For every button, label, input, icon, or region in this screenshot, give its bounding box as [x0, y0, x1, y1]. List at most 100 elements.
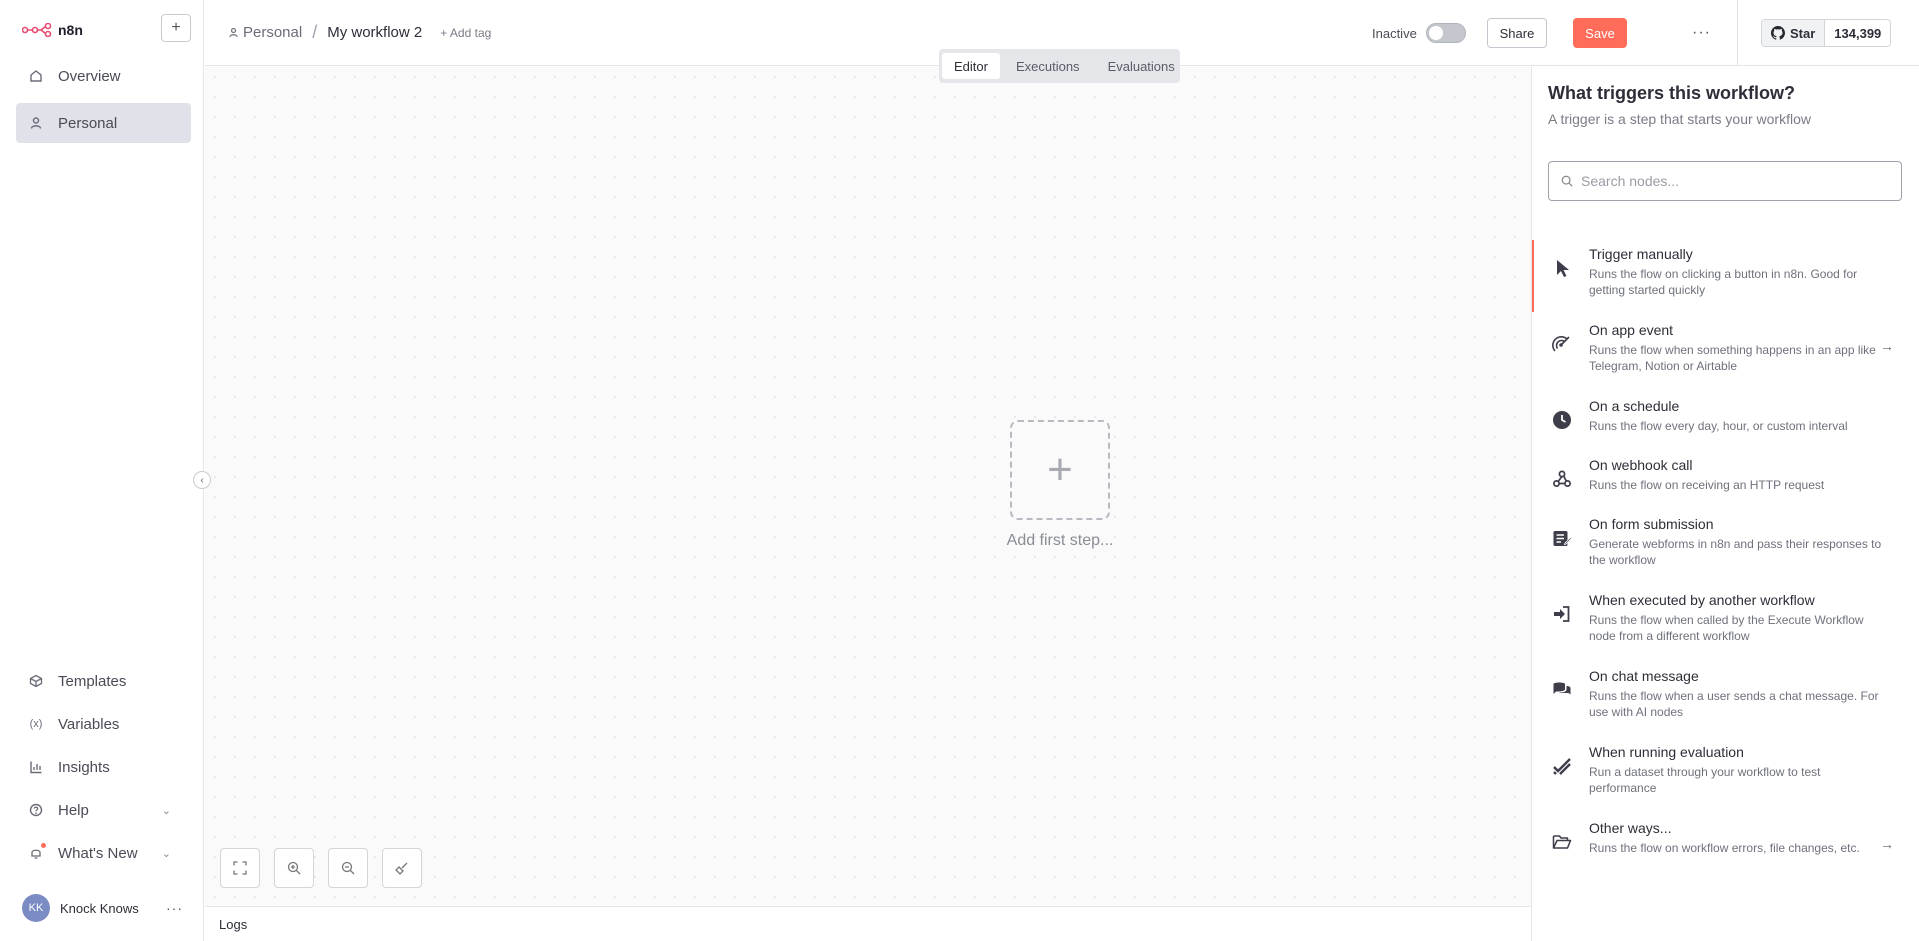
panel-subtitle: A trigger is a step that starts your wor… [1548, 111, 1811, 127]
trigger-item-description: Runs the flow every day, hour, or custom… [1589, 419, 1848, 433]
notification-dot [41, 843, 46, 848]
share-button[interactable]: Share [1487, 18, 1547, 48]
folder-open-icon [1552, 835, 1572, 849]
tab-editor[interactable]: Editor [942, 53, 1000, 79]
trigger-item-description: Runs the flow when called by the Execute… [1589, 613, 1864, 643]
sidebar-item-label: Insights [58, 758, 110, 776]
user-icon [229, 27, 238, 38]
search-nodes-box[interactable] [1548, 161, 1902, 201]
search-nodes-input[interactable] [1581, 173, 1881, 189]
zoom-out-button[interactable] [328, 848, 368, 888]
workflow-status-label: Inactive [1372, 26, 1417, 41]
active-toggle[interactable] [1426, 23, 1466, 43]
zoom-out-icon [341, 861, 355, 875]
logs-panel-toggle[interactable]: Logs [205, 906, 1531, 941]
sidebar-item-insights[interactable]: Insights [16, 747, 191, 787]
trigger-item-running-evaluation[interactable]: When running evaluation Run a dataset th… [1532, 744, 1919, 804]
sidebar-item-help[interactable]: Help ⌄ [16, 790, 191, 830]
trigger-item-title: When executed by another workflow [1589, 592, 1815, 608]
sign-in-icon [1554, 606, 1570, 622]
logo-text: n8n [58, 22, 83, 38]
trigger-item-title: On form submission [1589, 516, 1714, 532]
sidebar-item-label: Overview [58, 67, 121, 85]
trigger-item-description: Runs the flow on clicking a button in n8… [1589, 267, 1858, 297]
chat-icon [1553, 682, 1571, 695]
save-button[interactable]: Save [1573, 18, 1627, 48]
trigger-item-app-event[interactable]: On app event Runs the flow when somethin… [1532, 322, 1919, 382]
trigger-item-webhook[interactable]: On webhook call Runs the flow on receivi… [1532, 457, 1919, 517]
add-tag-button[interactable]: + Add tag [440, 26, 491, 40]
more-options-icon[interactable]: ··· [1692, 24, 1711, 42]
sidebar-item-label: Personal [58, 114, 118, 132]
github-star-label: Star [1790, 25, 1816, 41]
trigger-item-description: Generate webforms in n8n and pass their … [1589, 537, 1882, 567]
box-icon [28, 673, 44, 689]
search-icon [1561, 175, 1573, 187]
breadcrumb-parent[interactable]: Personal [228, 24, 302, 41]
home-icon [28, 68, 44, 84]
tab-evaluations[interactable]: Evaluations [1096, 53, 1187, 79]
zoom-to-fit-button[interactable] [220, 848, 260, 888]
sidebar: n8n + Overview Personal Templates (x) Va… [0, 0, 204, 941]
webhook-icon [1553, 470, 1571, 487]
sidebar-item-variables[interactable]: (x) Variables [16, 704, 191, 744]
trigger-item-description: Runs the flow when a user sends a chat m… [1589, 689, 1879, 719]
trigger-item-title: When running evaluation [1589, 744, 1744, 760]
cursor-icon [1557, 260, 1569, 277]
workflow-name[interactable]: My workflow 2 [327, 24, 422, 41]
user-more-icon[interactable]: ··· [166, 900, 183, 916]
github-star-widget[interactable]: Star 134,399 [1761, 19, 1892, 47]
sidebar-item-overview[interactable]: Overview [16, 56, 191, 96]
breadcrumb: Personal / My workflow 2 + Add tag [228, 22, 491, 43]
user-name: Knock Knows [60, 900, 139, 916]
github-star-count[interactable]: 134,399 [1825, 20, 1891, 46]
check-double-icon [1553, 758, 1571, 775]
trigger-item-schedule[interactable]: On a schedule Runs the flow every day, h… [1532, 398, 1919, 458]
tab-executions[interactable]: Executions [1004, 53, 1092, 79]
collapse-sidebar-button[interactable]: ‹ [193, 471, 211, 489]
add-first-step-button[interactable]: + [1010, 420, 1110, 520]
trigger-item-manual[interactable]: Trigger manually Runs the flow on clicki… [1532, 240, 1919, 312]
sidebar-item-personal[interactable]: Personal [16, 103, 191, 143]
breadcrumb-parent-label: Personal [243, 24, 303, 41]
trigger-panel: What triggers this workflow? A trigger i… [1531, 67, 1919, 941]
trigger-item-form-submission[interactable]: On form submission Generate webforms in … [1532, 516, 1919, 576]
chart-icon [28, 759, 44, 775]
trigger-item-description: Run a dataset through your workflow to t… [1589, 765, 1821, 795]
trigger-item-executed-by-workflow[interactable]: When executed by another workflow Runs t… [1532, 592, 1919, 652]
trigger-item-chat-message[interactable]: On chat message Runs the flow when a use… [1532, 668, 1919, 728]
broom-icon [395, 862, 408, 875]
n8n-logo-icon [22, 23, 52, 37]
zoom-in-icon [287, 861, 301, 875]
toggle-knob [1429, 26, 1443, 40]
sidebar-item-whats-new[interactable]: What's New ⌄ [16, 833, 191, 873]
add-first-step-label: Add first step... [1006, 532, 1114, 549]
github-star-button[interactable]: Star [1762, 20, 1826, 46]
trigger-item-title: Other ways... [1589, 820, 1672, 836]
help-icon [28, 802, 44, 818]
header-divider [1737, 0, 1738, 66]
trigger-item-other-ways[interactable]: Other ways... Runs the flow on workflow … [1532, 820, 1919, 880]
chevron-down-icon: ⌄ [161, 804, 171, 817]
user-menu[interactable]: KK Knock Knows ··· [0, 888, 204, 928]
arrow-right-icon: → [1880, 338, 1894, 354]
breadcrumb-separator: / [312, 22, 318, 42]
github-icon [1771, 26, 1785, 40]
fit-view-icon [233, 861, 247, 875]
tidy-up-button[interactable] [382, 848, 422, 888]
trigger-item-title: On chat message [1589, 668, 1699, 684]
trigger-item-title: Trigger manually [1589, 246, 1693, 262]
app-logo[interactable]: n8n [22, 18, 83, 42]
panel-title: What triggers this workflow? [1548, 83, 1796, 103]
trigger-item-description: Runs the flow on workflow errors, file c… [1589, 841, 1860, 855]
logs-label: Logs [219, 916, 248, 932]
zoom-in-button[interactable] [274, 848, 314, 888]
trigger-item-description: Runs the flow on receiving an HTTP reque… [1589, 478, 1825, 492]
create-new-button[interactable]: + [161, 14, 191, 42]
sidebar-item-label: Variables [58, 715, 120, 733]
sidebar-item-label: What's New [58, 844, 138, 862]
trigger-item-title: On app event [1589, 322, 1674, 338]
sidebar-item-templates[interactable]: Templates [16, 661, 191, 701]
trigger-item-title: On a schedule [1589, 398, 1680, 414]
workflow-canvas[interactable] [205, 67, 1531, 905]
